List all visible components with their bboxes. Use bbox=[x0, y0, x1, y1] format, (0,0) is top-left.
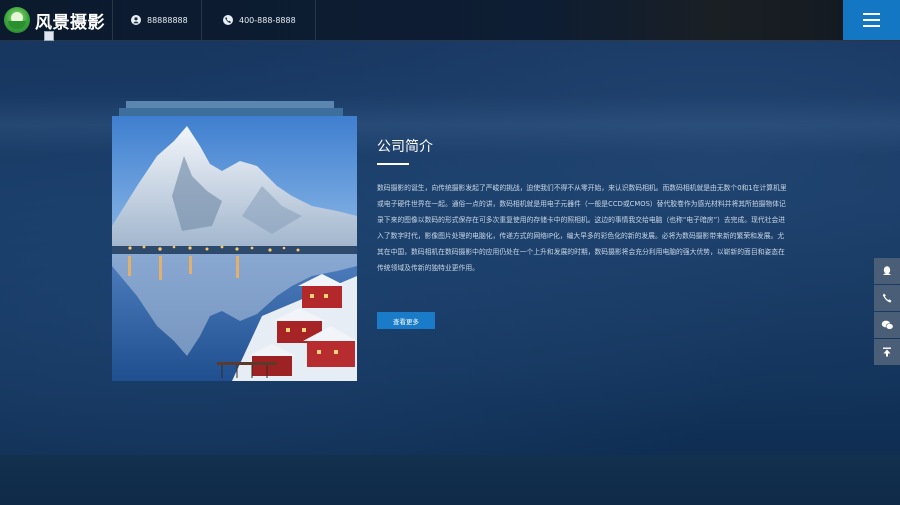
hamburger-line bbox=[863, 25, 880, 27]
hamburger-line bbox=[863, 19, 880, 21]
back-to-top-button[interactable] bbox=[874, 339, 900, 365]
contact-qq: 88888888 bbox=[131, 12, 188, 28]
intro-photo bbox=[112, 116, 357, 381]
phone-button[interactable] bbox=[874, 285, 900, 311]
header-divider bbox=[112, 0, 113, 40]
title-underline bbox=[377, 163, 409, 165]
contact-qq-text: 88888888 bbox=[147, 15, 188, 25]
logo[interactable]: 风景摄影 bbox=[4, 6, 105, 34]
user-icon bbox=[131, 15, 141, 25]
side-toolbar bbox=[874, 258, 900, 366]
intro-body-text: 数码摄影的诞生，向传统摄影发起了严峻的挑战，迫使我们不得不从零开始，来认识数码相… bbox=[377, 184, 787, 272]
more-button[interactable]: 查看更多 bbox=[377, 312, 435, 329]
wechat-button[interactable] bbox=[874, 312, 900, 338]
background-lower bbox=[0, 455, 900, 505]
back-to-top-icon bbox=[881, 343, 893, 362]
intro-title: 公司简介 bbox=[377, 139, 433, 155]
contact-phone: 400-888-8888 bbox=[223, 12, 296, 28]
contact-phone-text: 400-888-8888 bbox=[239, 15, 296, 25]
header-divider bbox=[201, 0, 202, 40]
brand-name: 风景摄影 bbox=[35, 12, 105, 33]
qq-button[interactable] bbox=[874, 258, 900, 284]
broken-image-icon bbox=[44, 31, 54, 41]
hamburger-menu-icon bbox=[863, 13, 880, 15]
header-divider bbox=[315, 0, 316, 40]
logo-mark-icon bbox=[4, 7, 30, 33]
wechat-icon bbox=[881, 316, 894, 335]
phone-icon bbox=[223, 15, 233, 25]
hamburger-menu-button[interactable] bbox=[843, 0, 900, 40]
qq-icon bbox=[881, 262, 893, 281]
site-header: 风景摄影 88888888 400-888-8888 bbox=[0, 0, 900, 41]
phone-icon bbox=[881, 289, 893, 308]
